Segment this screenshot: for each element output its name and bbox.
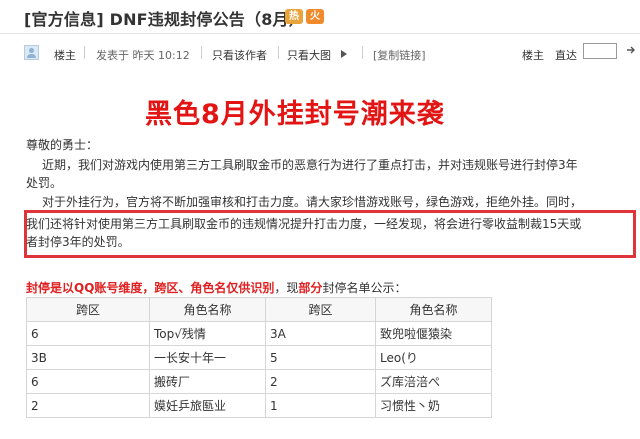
play-icon[interactable]	[341, 50, 347, 58]
meta-divider	[278, 46, 279, 59]
paragraph-line: 近期，我们对游戏内使用第三方工具刷取金币的恶意行为进行了重点打击，并对违规账号进…	[42, 158, 578, 172]
table-cell: Leo(り	[375, 345, 492, 370]
hot-badge-icon: 热	[285, 9, 303, 24]
title-divider	[0, 33, 640, 34]
table-cell: 1	[265, 393, 376, 418]
column-header: 角色名称	[375, 297, 492, 322]
column-header: 角色名称	[149, 297, 266, 322]
table-cell: 2	[265, 369, 376, 394]
go-arrow-icon[interactable]	[626, 45, 636, 55]
only-image-link[interactable]: 只看大图	[287, 47, 331, 63]
table-cell: 2	[26, 393, 150, 418]
fire-badge-icon: 火	[306, 9, 324, 24]
ban-notice-emphasis: 封停是以QQ账号维度，跨区、角色名仅供识别	[26, 281, 275, 295]
table-cell: 3B	[26, 345, 150, 370]
table-cell: 一长安十年一	[149, 345, 266, 370]
floor-label: 楼主	[522, 49, 544, 62]
copy-link-button[interactable]: [复制链接]	[373, 47, 426, 63]
table-row: 3B 一长安十年一 5 Leo(り	[26, 345, 492, 370]
ban-notice-emphasis: 部分	[298, 281, 323, 295]
post-time: 发表于 昨天 10:12	[96, 49, 190, 62]
table-cell: 致兜啦偃猿染	[375, 321, 492, 346]
column-header: 跨区	[26, 297, 150, 322]
table-row: 6 搬砖厂 2 ズ库涪涪ぺ	[26, 369, 492, 394]
ban-notice-text: 封停名单公示：	[322, 281, 407, 295]
highlighted-paragraph-line: 者封停3年的处罚。	[26, 235, 130, 249]
table-row: 6 Top√残情 3A 致兜啦偃猿染	[26, 321, 492, 346]
author-role-label[interactable]: 楼主	[54, 47, 76, 63]
highlighted-paragraph-line: 我们还将针对使用第三方工具刷取金币的违规情况提升打击力度，一经发现，将会进行零收…	[26, 217, 582, 231]
table-header-row: 跨区 角色名称 跨区 角色名称	[26, 297, 492, 322]
table-row: 2 嫫妊乒旅匦业 1 习惯性丶奶	[26, 393, 492, 418]
headline: 黑色8月外挂封号潮来袭	[145, 99, 445, 130]
table-cell: ズ库涪涪ぺ	[375, 369, 492, 394]
column-header: 跨区	[265, 297, 376, 322]
ban-notice: 封停是以QQ账号维度，跨区、角色名仅供识别，现部分封停名单公示：	[26, 279, 406, 296]
greeting-text: 尊敬的勇士：	[26, 138, 99, 152]
post-title: [官方信息] DNF违规封停公告（8月）	[24, 10, 305, 29]
table-cell: 习惯性丶奶	[375, 393, 492, 418]
table-cell: 3A	[265, 321, 376, 346]
meta-divider	[362, 46, 363, 59]
floor-jump-input[interactable]	[583, 43, 617, 59]
ban-list-table: 跨区 角色名称 跨区 角色名称 6 Top√残情 3A 致兜啦偃猿染 3B 一长…	[26, 297, 492, 418]
table-cell: 5	[265, 345, 376, 370]
table-cell: 搬砖厂	[149, 369, 266, 394]
paragraph-line: 处罚。	[26, 176, 63, 190]
ban-notice-text: ，现	[274, 281, 299, 295]
table-cell: 6	[26, 321, 150, 346]
meta-divider	[201, 46, 202, 59]
avatar-icon[interactable]	[24, 45, 39, 60]
only-author-link[interactable]: 只看该作者	[212, 47, 267, 63]
table-cell: Top√残情	[149, 321, 266, 346]
paragraph-line: 对于外挂行为，官方将不断加强审核和打击力度。请大家珍惜游戏账号，绿色游戏，拒绝外…	[42, 195, 583, 209]
table-cell: 6	[26, 369, 150, 394]
jump-label: 直达	[555, 49, 577, 62]
meta-divider	[84, 46, 85, 59]
table-cell: 嫫妊乒旅匦业	[149, 393, 266, 418]
post-title-bar: [官方信息] DNF违规封停公告（8月） 热 火	[0, 0, 640, 34]
post-meta-row: 楼主 发表于 昨天 10:12 只看该作者 只看大图 [复制链接] 楼主 直达	[0, 37, 640, 65]
